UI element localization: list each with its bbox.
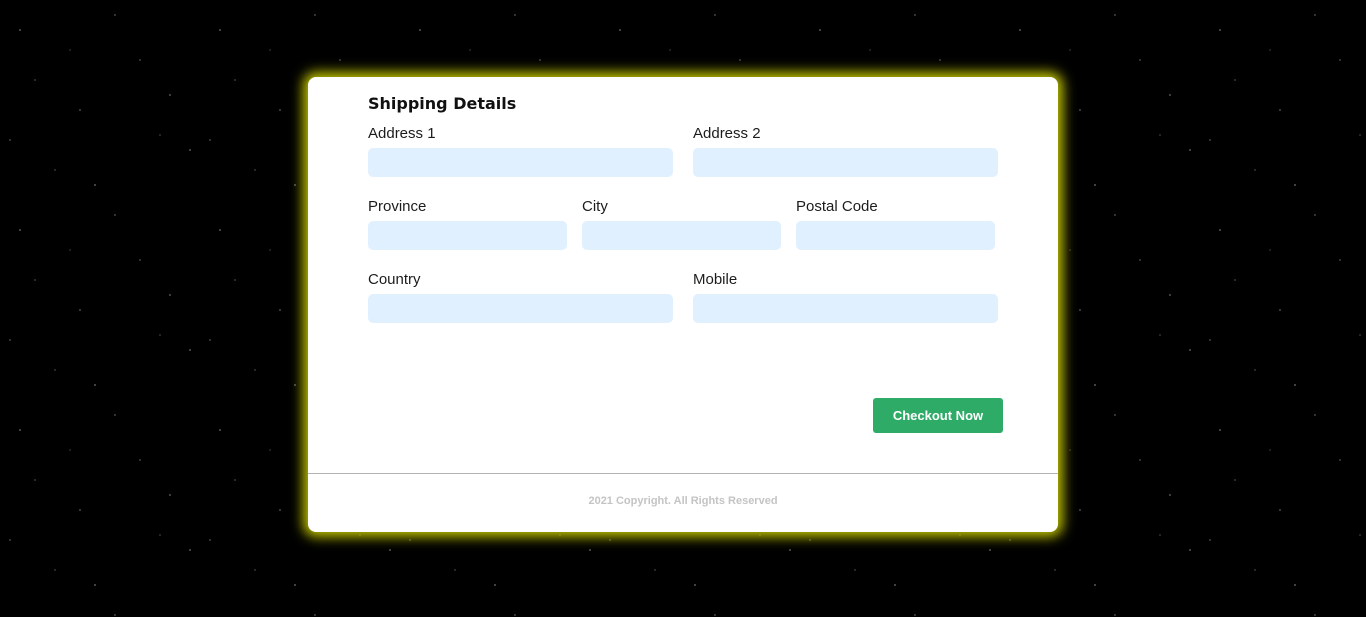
- province-label: Province: [368, 198, 427, 215]
- mobile-label: Mobile: [693, 271, 738, 288]
- postal-code-input[interactable]: [796, 221, 995, 250]
- postal-code-label: Postal Code: [796, 198, 878, 215]
- copyright-text: 2021 Copyright. All Rights Reserved: [588, 495, 778, 507]
- checkout-button[interactable]: Checkout Now: [873, 398, 1003, 433]
- address1-label: Address 1: [368, 125, 436, 142]
- city-label: City: [582, 198, 608, 215]
- shipping-card: Shipping Details Address 1 Address 2 Pro…: [308, 77, 1058, 532]
- footer-divider: [308, 473, 1058, 474]
- country-input[interactable]: [368, 294, 673, 323]
- address2-label: Address 2: [693, 125, 761, 142]
- province-input[interactable]: [368, 221, 567, 250]
- address2-input[interactable]: [693, 148, 998, 177]
- address1-input[interactable]: [368, 148, 673, 177]
- city-input[interactable]: [582, 221, 781, 250]
- form-title: Shipping Details: [368, 94, 517, 113]
- country-label: Country: [368, 271, 421, 288]
- mobile-input[interactable]: [693, 294, 998, 323]
